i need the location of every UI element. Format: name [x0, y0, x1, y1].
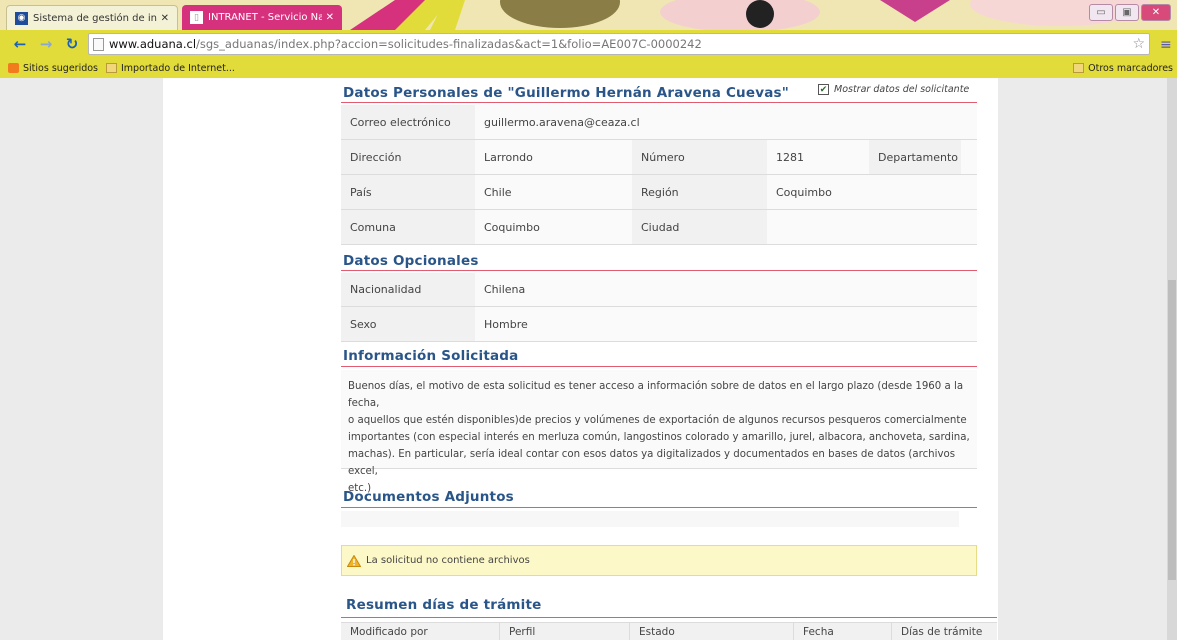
tab-intranet[interactable]: ▯ INTRANET - Servicio Naciona ✕	[182, 5, 342, 30]
country-label: País	[341, 175, 475, 209]
department-label: Departamento	[869, 140, 961, 174]
email-value: guillermo.aravena@ceaza.cl	[475, 105, 977, 139]
department-value	[961, 140, 977, 174]
commune-value: Coquimbo	[475, 210, 632, 244]
url-path: /sgs_aduanas/index.php?accion=solicitude…	[196, 37, 702, 51]
optional-data-title: Datos Opcionales	[343, 253, 479, 269]
section-divider	[341, 102, 977, 103]
bookmark-other-folder[interactable]: Otros marcadores	[1073, 63, 1173, 74]
summary-title: Resumen días de trámite	[346, 597, 542, 613]
city-value	[767, 210, 977, 244]
column-header-status: Estado	[630, 623, 794, 640]
nationality-value: Chilena	[475, 273, 977, 306]
section-divider	[341, 617, 997, 618]
number-value: 1281	[767, 140, 869, 174]
page-icon: ▯	[190, 11, 203, 24]
requested-info-title: Información Solicitada	[343, 348, 519, 364]
tab-title: Sistema de gestión de inform	[33, 12, 157, 24]
column-header-profile: Perfil	[500, 623, 630, 640]
bookmark-label: Otros marcadores	[1088, 62, 1173, 74]
requested-info-text: Buenos días, el motivo de esta solicitud…	[341, 370, 977, 494]
window-controls: ▭ ▣ ✕	[1089, 4, 1171, 21]
forward-button[interactable]: →	[36, 34, 56, 54]
commune-label: Comuna	[341, 210, 475, 244]
table-row-address: Dirección Larrondo Número 1281 Departame…	[341, 140, 977, 175]
warning-icon	[347, 554, 361, 567]
reload-button[interactable]: ↻	[62, 34, 82, 54]
browser-toolbar: ← → ↻ www.aduana.cl/sgs_aduanas/index.ph…	[0, 30, 1177, 58]
close-window-button[interactable]: ✕	[1141, 4, 1171, 21]
table-row-country: País Chile Región Coquimbo	[341, 175, 977, 210]
suggested-sites-icon	[8, 63, 19, 73]
minimize-button[interactable]: ▭	[1089, 4, 1113, 21]
table-row-nationality: Nacionalidad Chilena	[341, 273, 977, 307]
bookmark-label: Importado de Internet...	[121, 62, 235, 74]
text-line: o aquellos que estén disponibles)de prec…	[348, 415, 967, 426]
checkbox-label: Mostrar datos del solicitante	[834, 84, 970, 95]
attachments-title: Documentos Adjuntos	[343, 489, 514, 505]
attachments-list	[341, 511, 959, 527]
sex-label: Sexo	[341, 307, 475, 341]
menu-icon[interactable]: ≡	[1160, 37, 1172, 53]
bookmark-star-icon[interactable]: ☆	[1132, 36, 1145, 52]
column-header-date: Fecha	[794, 623, 892, 640]
back-button[interactable]: ←	[10, 34, 30, 54]
text-line: importantes (con especial interés en mer…	[348, 432, 970, 443]
show-requester-checkbox[interactable]: ✔ Mostrar datos del solicitante	[818, 84, 969, 95]
close-tab-icon[interactable]: ✕	[326, 12, 334, 23]
sex-value: Hombre	[475, 307, 977, 341]
section-divider	[341, 270, 977, 271]
bookmark-imported-folder[interactable]: Importado de Internet...	[106, 63, 235, 74]
region-label: Región	[632, 175, 767, 209]
table-row-sex: Sexo Hombre	[341, 307, 977, 342]
browser-chrome: ◉ Sistema de gestión de inform ✕ ▯ INTRA…	[0, 0, 1177, 78]
no-files-alert: La solicitud no contiene archivos	[341, 545, 977, 576]
number-label: Número	[632, 140, 767, 174]
bookmark-suggested-sites[interactable]: Sitios sugeridos	[8, 63, 98, 74]
address-value: Larrondo	[475, 140, 632, 174]
column-header-modified-by: Modificado por	[341, 623, 500, 640]
email-label: Correo electrónico	[341, 105, 475, 139]
summary-table-header: Modificado por Perfil Estado Fecha Días …	[341, 622, 997, 640]
section-divider	[341, 507, 977, 508]
city-label: Ciudad	[632, 210, 767, 244]
site-favicon-icon: ◉	[15, 11, 28, 25]
column-header-processing-days: Días de trámite	[901, 625, 983, 638]
nationality-label: Nacionalidad	[341, 273, 475, 306]
close-tab-icon[interactable]: ✕	[161, 13, 169, 24]
region-value: Coquimbo	[767, 175, 977, 209]
folder-icon	[106, 63, 117, 73]
text-line: machas). En particular, sería ideal cont…	[348, 449, 956, 477]
address-label: Dirección	[341, 140, 475, 174]
tab-title: INTRANET - Servicio Naciona	[208, 12, 322, 23]
alert-text: La solicitud no contiene archivos	[366, 555, 530, 566]
page-icon	[93, 37, 104, 51]
section-divider	[341, 366, 977, 367]
bookmarks-bar: Sitios sugeridos Importado de Internet..…	[0, 58, 1177, 78]
tab-sistema-gestion[interactable]: ◉ Sistema de gestión de inform ✕	[6, 5, 178, 30]
bookmark-label: Sitios sugeridos	[23, 62, 98, 74]
folder-icon	[1073, 63, 1085, 73]
maximize-button[interactable]: ▣	[1115, 4, 1139, 21]
address-bar[interactable]: www.aduana.cl/sgs_aduanas/index.php?acci…	[88, 33, 1150, 55]
table-row-commune: Comuna Coquimbo Ciudad	[341, 210, 977, 245]
url-host: www.aduana.cl	[109, 37, 197, 51]
text-line: Buenos días, el motivo de esta solicitud…	[348, 381, 964, 409]
scrollbar-thumb[interactable]	[1168, 280, 1176, 580]
personal-data-title: Datos Personales de "Guillermo Hernán Ar…	[343, 85, 790, 101]
checkbox-checked-icon[interactable]: ✔	[818, 84, 829, 95]
country-value: Chile	[475, 175, 632, 209]
table-row-email: Correo electrónico guillermo.aravena@cea…	[341, 105, 977, 140]
